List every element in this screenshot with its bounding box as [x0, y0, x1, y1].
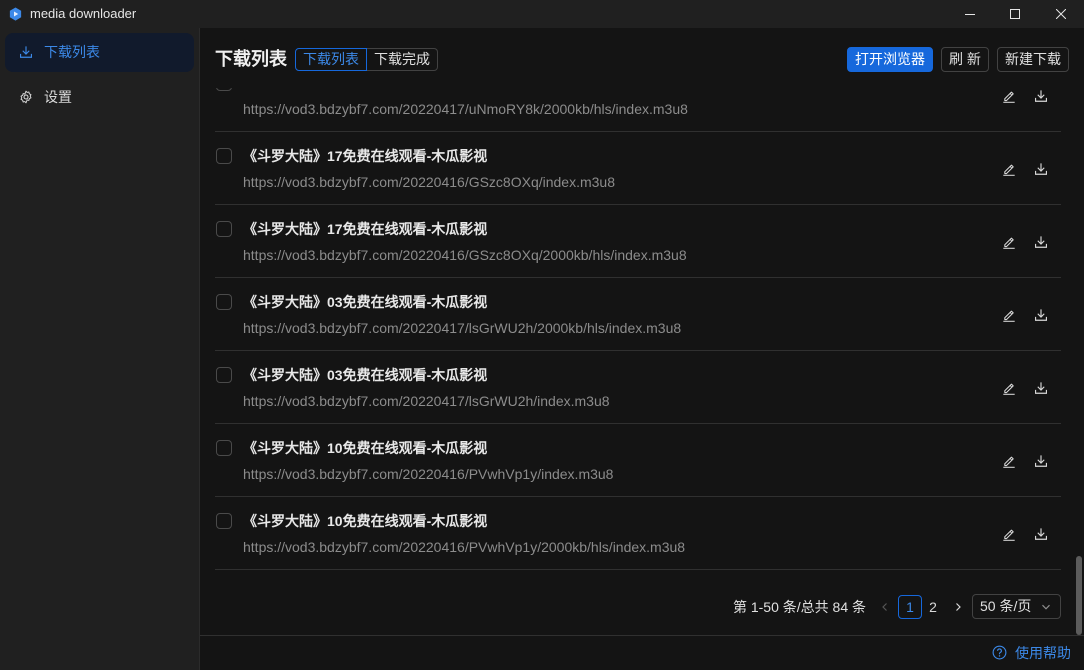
scrollbar-thumb[interactable]	[1076, 556, 1082, 635]
footer: 使用帮助	[200, 635, 1084, 670]
item-checkbox[interactable]	[216, 367, 232, 383]
pagination-prev-button[interactable]	[873, 595, 897, 619]
new-download-button[interactable]: 新建下载	[997, 47, 1069, 72]
maximize-button[interactable]	[992, 0, 1038, 28]
download-item: 《斗罗大陆》17免费在线观看-木瓜影视 https://vod3.bdzybf7…	[215, 205, 1061, 278]
edit-icon[interactable]	[1002, 454, 1016, 468]
edit-icon[interactable]	[1002, 308, 1016, 322]
pagination-page-2[interactable]: 2	[922, 595, 944, 619]
pagination-next-button[interactable]	[946, 595, 970, 619]
sidebar-item-download-list[interactable]: 下载列表	[5, 33, 194, 72]
help-link[interactable]: 使用帮助	[1015, 636, 1071, 670]
item-title: 《斗罗大陆》17免费在线观看-木瓜影视	[243, 148, 488, 164]
item-url: https://vod3.bdzybf7.com/20220417/uNmoRY…	[243, 101, 688, 117]
chevron-left-icon	[880, 602, 890, 612]
item-title: 《斗罗大陆》17免费在线观看-木瓜影视	[243, 221, 488, 237]
item-title: 《斗罗大陆》10免费在线观看-木瓜影视	[243, 513, 488, 529]
gear-icon	[19, 90, 33, 104]
item-url: https://vod3.bdzybf7.com/20220417/lsGrWU…	[243, 393, 610, 409]
edit-icon[interactable]	[1002, 527, 1016, 541]
app-logo-icon	[8, 6, 23, 22]
download-icon[interactable]	[1034, 308, 1048, 322]
item-url: https://vod3.bdzybf7.com/20220416/PVwhVp…	[243, 466, 614, 482]
minimize-button[interactable]	[947, 0, 993, 28]
page-title: 下载列表	[215, 49, 287, 69]
tab-download-complete[interactable]: 下载完成	[367, 48, 438, 71]
edit-icon[interactable]	[1002, 89, 1016, 103]
download-icon[interactable]	[1034, 454, 1048, 468]
sidebar-item-settings[interactable]: 设置	[5, 78, 194, 117]
download-icon[interactable]	[1034, 527, 1048, 541]
title-bar: media downloader	[0, 0, 1084, 28]
close-icon	[1056, 9, 1066, 19]
item-title: 《斗罗大陆》10免费在线观看-木瓜影视	[243, 440, 488, 456]
download-item: 《斗罗大陆》03免费在线观看-木瓜影视 https://vod3.bdzybf7…	[215, 351, 1061, 424]
download-list-panel: https://vod3.bdzybf7.com/20220417/uNmoRY…	[200, 88, 1084, 635]
pagination-total: 第 1-50 条/总共 84 条	[732, 599, 866, 615]
download-item: 《斗罗大陆》17免费在线观看-木瓜影视 https://vod3.bdzybf7…	[215, 132, 1061, 205]
sidebar-item-label: 下载列表	[44, 44, 100, 60]
download-icon	[19, 45, 33, 59]
item-checkbox[interactable]	[216, 294, 232, 310]
item-checkbox[interactable]	[216, 148, 232, 164]
download-icon[interactable]	[1034, 162, 1048, 176]
pagination-page-1[interactable]: 1	[898, 595, 922, 619]
item-url: https://vod3.bdzybf7.com/20220417/lsGrWU…	[243, 320, 682, 336]
sidebar-item-label: 设置	[44, 89, 72, 105]
download-item: 《斗罗大陆》10免费在线观看-木瓜影视 https://vod3.bdzybf7…	[215, 497, 1061, 570]
window-title: media downloader	[30, 6, 137, 21]
maximize-icon	[1010, 9, 1020, 19]
download-icon[interactable]	[1034, 235, 1048, 249]
download-item: 《斗罗大陆》10免费在线观看-木瓜影视 https://vod3.bdzybf7…	[215, 424, 1061, 497]
item-checkbox[interactable]	[216, 440, 232, 456]
minimize-icon	[965, 9, 975, 19]
chevron-right-icon	[953, 602, 963, 612]
edit-icon[interactable]	[1002, 162, 1016, 176]
item-url: https://vod3.bdzybf7.com/20220416/GSzc8O…	[243, 174, 616, 190]
edit-icon[interactable]	[1002, 235, 1016, 249]
edit-icon[interactable]	[1002, 381, 1016, 395]
download-list: https://vod3.bdzybf7.com/20220417/uNmoRY…	[215, 88, 1061, 570]
item-url: https://vod3.bdzybf7.com/20220416/GSzc8O…	[243, 247, 687, 263]
page-size-value: 50 条/页	[980, 598, 1032, 614]
item-title: 《斗罗大陆》03免费在线观看-木瓜影视	[243, 367, 488, 383]
download-icon[interactable]	[1034, 89, 1048, 103]
close-button[interactable]	[1038, 0, 1084, 28]
item-checkbox[interactable]	[216, 513, 232, 529]
refresh-button[interactable]: 刷 新	[941, 47, 989, 72]
sidebar: 下载列表 设置	[0, 28, 200, 670]
download-item: 《斗罗大陆》03免费在线观看-木瓜影视 https://vod3.bdzybf7…	[215, 278, 1061, 351]
item-title: 《斗罗大陆》03免费在线观看-木瓜影视	[243, 294, 488, 310]
question-circle-icon[interactable]	[992, 645, 1007, 660]
item-checkbox[interactable]	[216, 88, 232, 91]
tab-download-list[interactable]: 下载列表	[295, 48, 367, 71]
download-icon[interactable]	[1034, 381, 1048, 395]
page-size-select[interactable]: 50 条/页	[972, 594, 1061, 619]
item-checkbox[interactable]	[216, 221, 232, 237]
chevron-down-icon	[1041, 602, 1051, 612]
item-url: https://vod3.bdzybf7.com/20220416/PVwhVp…	[243, 539, 686, 555]
download-item: https://vod3.bdzybf7.com/20220417/uNmoRY…	[215, 88, 1061, 132]
open-browser-button[interactable]: 打开浏览器	[847, 47, 933, 72]
